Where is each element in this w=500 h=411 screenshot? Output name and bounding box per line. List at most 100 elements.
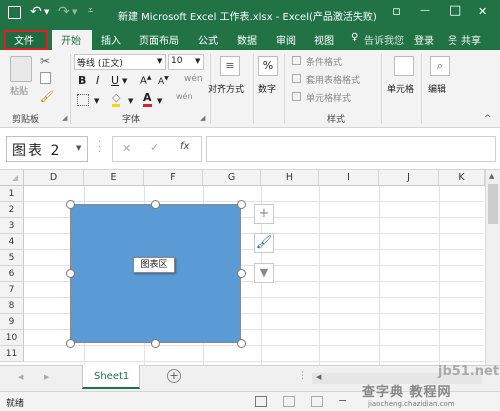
zoom-out-icon[interactable]: − — [338, 394, 347, 407]
row-header[interactable]: 9 — [0, 314, 24, 330]
tell-me-input[interactable]: 告诉我您 — [364, 32, 404, 47]
cells-button[interactable]: 单元格 — [387, 82, 414, 95]
format-painter-icon[interactable]: 🖌 — [40, 90, 54, 103]
column-header[interactable]: J — [379, 170, 439, 186]
paste-button[interactable]: 粘贴 — [10, 84, 28, 97]
tab-data[interactable]: 数据 — [237, 32, 257, 47]
row-header[interactable]: 7 — [0, 282, 24, 298]
tab-page-layout[interactable]: 页面布局 — [139, 32, 179, 47]
normal-view-icon[interactable] — [255, 396, 267, 407]
column-header[interactable]: E — [84, 170, 144, 186]
row-header[interactable]: 4 — [0, 234, 24, 250]
customize-toolbar-icon[interactable]: ⩡ — [88, 6, 93, 16]
page-break-view-icon[interactable] — [311, 396, 323, 407]
collapse-ribbon-icon[interactable]: ^ — [484, 114, 492, 124]
align-icon[interactable]: ≡ — [220, 56, 240, 76]
chevron-down-icon[interactable]: ▼ — [94, 97, 99, 105]
font-color-icon[interactable]: A — [143, 92, 152, 107]
chevron-down-icon[interactable]: ▼ — [76, 144, 81, 152]
phonetic-icon[interactable]: wén — [184, 74, 203, 84]
fill-color-icon[interactable]: ◇ — [112, 92, 121, 107]
scroll-right-icon[interactable]: ▶ — [44, 373, 49, 381]
conditional-format-button[interactable]: 条件格式 — [306, 55, 342, 68]
chart-area[interactable] — [70, 204, 241, 343]
resize-handle[interactable] — [66, 339, 75, 348]
cells-icon[interactable] — [394, 56, 414, 76]
page-layout-view-icon[interactable] — [283, 396, 295, 407]
chart-elements-icon[interactable]: + — [254, 204, 274, 224]
underline-button[interactable]: U — [111, 74, 119, 87]
chevron-down-icon[interactable]: ▼ — [128, 97, 133, 105]
enter-icon[interactable]: ✓ — [150, 141, 159, 154]
add-sheet-button[interactable]: + — [167, 369, 181, 383]
share-button[interactable]: 共享 — [461, 32, 481, 47]
insert-function-icon[interactable]: fx — [180, 141, 189, 152]
column-header[interactable]: I — [319, 170, 379, 186]
number-button[interactable]: 数字 — [258, 82, 276, 95]
maximize-icon[interactable]: □ — [449, 3, 461, 18]
border-icon[interactable] — [77, 94, 89, 106]
font-launcher-icon[interactable]: ◢ — [200, 114, 205, 122]
row-header[interactable]: 8 — [0, 298, 24, 314]
scroll-thumb[interactable] — [488, 184, 498, 224]
resize-handle[interactable] — [237, 200, 246, 209]
minimize-icon[interactable]: — — [420, 5, 430, 16]
resize-handle[interactable] — [151, 200, 160, 209]
resize-handle[interactable] — [66, 269, 75, 278]
row-header[interactable]: 10 — [0, 330, 24, 346]
tab-review[interactable]: 审阅 — [276, 32, 296, 47]
font-grow-icon[interactable]: A▲ — [140, 74, 151, 86]
copy-icon[interactable] — [40, 72, 51, 84]
percent-icon[interactable]: % — [258, 56, 278, 76]
vertical-scrollbar[interactable]: ▲ — [485, 170, 500, 365]
format-as-table-button[interactable]: 套用表格格式 — [306, 73, 360, 86]
chart-styles-icon[interactable]: 🖌 — [254, 233, 274, 253]
row-header[interactable]: 5 — [0, 250, 24, 266]
row-header[interactable]: 1 — [0, 186, 24, 202]
tab-view[interactable]: 视图 — [314, 32, 334, 47]
row-header[interactable]: 11 — [0, 346, 24, 362]
column-header[interactable]: K — [439, 170, 485, 186]
column-header[interactable]: D — [24, 170, 84, 186]
column-header[interactable]: G — [203, 170, 261, 186]
chevron-down-icon[interactable]: ▼ — [122, 77, 127, 85]
redo-dropdown-icon[interactable]: ▼ — [72, 8, 77, 16]
resize-handle[interactable] — [66, 200, 75, 209]
tab-formulas[interactable]: 公式 — [198, 32, 218, 47]
conditional-format-icon[interactable] — [292, 56, 301, 65]
save-icon[interactable] — [8, 6, 21, 19]
chart-filter-icon[interactable]: ▼ — [254, 263, 274, 283]
formula-input[interactable] — [206, 136, 496, 162]
undo-icon[interactable]: ↶ — [30, 4, 42, 20]
scroll-up-icon[interactable]: ▲ — [489, 172, 494, 180]
column-header[interactable]: F — [144, 170, 203, 186]
format-as-table-icon[interactable] — [292, 74, 301, 83]
search-icon[interactable]: ⌕ — [430, 56, 450, 76]
font-shrink-icon[interactable]: A▼ — [158, 75, 169, 87]
phonetic-icon[interactable]: wén — [176, 92, 193, 101]
resize-handle[interactable] — [151, 339, 160, 348]
cancel-icon[interactable]: ✕ — [122, 142, 131, 155]
ribbon-display-icon[interactable]: ▫ — [392, 4, 401, 19]
chevron-down-icon[interactable]: ▼ — [157, 97, 162, 105]
column-header[interactable]: H — [261, 170, 319, 186]
row-header[interactable]: 2 — [0, 202, 24, 218]
redo-icon[interactable]: ↷ — [58, 4, 70, 20]
cell-styles-icon[interactable] — [292, 92, 301, 101]
resize-handle[interactable] — [237, 339, 246, 348]
scroll-left-icon[interactable]: ◀ — [18, 373, 23, 381]
cell-styles-button[interactable]: 单元格样式 — [306, 91, 351, 104]
paste-icon[interactable] — [10, 56, 32, 82]
alignment-button[interactable]: 对齐方式 — [208, 82, 244, 95]
tab-insert[interactable]: 插入 — [101, 32, 121, 47]
undo-dropdown-icon[interactable]: ▼ — [44, 8, 49, 16]
row-header[interactable]: 6 — [0, 266, 24, 282]
resize-handle[interactable] — [237, 269, 246, 278]
clipboard-launcher-icon[interactable]: ◢ — [62, 114, 67, 122]
cut-icon[interactable]: ✂ — [40, 54, 50, 68]
italic-button[interactable]: I — [96, 74, 99, 87]
row-header[interactable]: 3 — [0, 218, 24, 234]
editing-button[interactable]: 编辑 — [428, 82, 446, 95]
bold-button[interactable]: B — [78, 74, 86, 87]
scroll-left-icon[interactable]: ◀ — [316, 373, 321, 381]
